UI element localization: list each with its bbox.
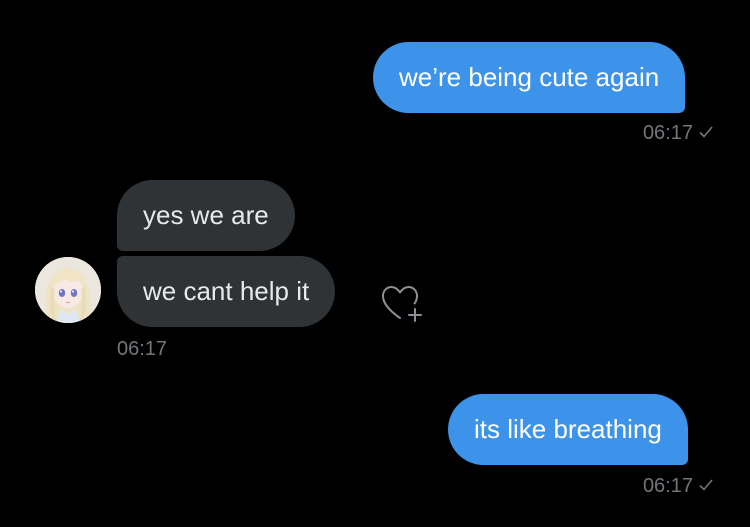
incoming-message-bubble[interactable]: yes we are xyxy=(117,180,295,251)
outgoing-message-bubble[interactable]: its like breathing xyxy=(448,394,688,465)
add-reaction-button[interactable] xyxy=(378,282,426,324)
message-text: we cant help it xyxy=(143,276,310,306)
message-text: yes we are xyxy=(143,200,269,230)
incoming-message-bubble[interactable]: we cant help it xyxy=(117,256,336,327)
anime-doll-avatar xyxy=(35,257,101,323)
message-meta: 06:17 xyxy=(643,121,713,145)
heart-plus-icon xyxy=(382,286,422,322)
checkmark-icon xyxy=(699,479,713,491)
timestamp: 06:17 xyxy=(642,475,693,497)
outgoing-message-bubble[interactable]: we’re being cute again xyxy=(373,42,686,113)
timestamp: 06:17 xyxy=(642,122,693,144)
message-text: its like breathing xyxy=(474,414,662,444)
timestamp: 06:17 xyxy=(117,338,168,360)
checkmark-icon xyxy=(699,126,713,138)
message-meta: 06:17 xyxy=(643,474,713,498)
message-meta: 06:17 xyxy=(117,337,167,361)
message-text: we’re being cute again xyxy=(399,62,660,92)
avatar[interactable] xyxy=(35,257,101,323)
